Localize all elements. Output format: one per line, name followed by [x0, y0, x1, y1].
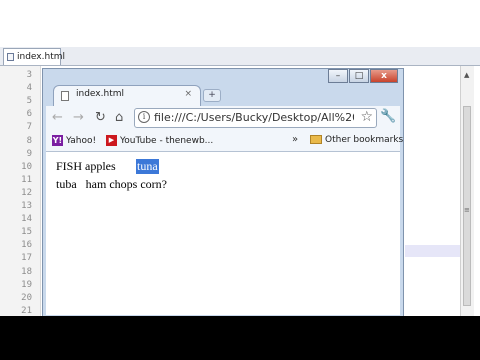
forward-icon[interactable]: →: [73, 110, 84, 125]
reload-icon[interactable]: ↻: [95, 110, 106, 125]
page-info-icon[interactable]: i: [138, 111, 150, 123]
line-number: 19: [21, 279, 32, 290]
bookmark-yahoo-label: Yahoo!: [66, 136, 97, 146]
other-bookmarks[interactable]: Other bookmarks: [310, 135, 403, 145]
yahoo-icon: Y!: [52, 135, 63, 146]
line-number: 14: [21, 214, 32, 225]
line-number: 16: [21, 240, 32, 251]
wrench-menu-icon[interactable]: 🔧: [380, 109, 396, 124]
line-number: 3: [26, 70, 32, 80]
current-line-highlight: [405, 245, 460, 257]
line-number-gutter: 3 4 5 6 7 8 9 10 11 12 13 14 15 16 17 18 19 20 21: [0, 66, 41, 316]
line-number: 7: [26, 122, 32, 133]
maximize-button[interactable]: □: [349, 69, 369, 83]
content-line-1: FISH apples: [56, 159, 116, 173]
line-number: 6: [26, 109, 32, 120]
line-number: 8: [26, 135, 32, 146]
bookmark-youtube-label: YouTube - thenewb...: [120, 136, 214, 146]
bookmark-star-icon[interactable]: ☆: [360, 109, 373, 125]
new-tab-button[interactable]: +: [203, 89, 221, 102]
line-number: 13: [21, 201, 32, 211]
browser-toolbar: ← → ↻ ⌂ i file:///C:/Users/Bucky/Desktop…: [46, 106, 400, 132]
scroll-grip-icon: ≡: [464, 206, 470, 214]
line-number: 18: [21, 266, 32, 277]
address-url[interactable]: file:///C:/Users/Bucky/Desktop/All%20XI: [154, 111, 354, 124]
editor-scrollbar[interactable]: ▲ ≡: [460, 66, 474, 316]
line-number: 12: [21, 187, 32, 198]
line-number: 4: [26, 83, 32, 94]
minimize-button[interactable]: –: [328, 69, 348, 83]
editor-tab-label: index.html: [17, 52, 65, 62]
content-line-2: tuba ham chops corn?: [56, 177, 167, 191]
file-icon: [7, 53, 14, 61]
page-content: FISH apples tuna tuba ham chops corn?: [46, 152, 400, 315]
line-number: 17: [21, 253, 32, 264]
window-controls: – □ x: [327, 69, 398, 84]
bookmark-youtube[interactable]: ▶ YouTube - thenewb...: [106, 135, 213, 146]
bookmarks-overflow-chevron[interactable]: »: [292, 134, 298, 145]
address-bar[interactable]: i file:///C:/Users/Bucky/Desktop/All%20X…: [134, 108, 377, 128]
bookmarks-bar: Y! Yahoo! ▶ YouTube - thenewb... » Other b…: [46, 132, 403, 152]
selected-text[interactable]: tuna: [136, 159, 159, 174]
bottom-black-bar: [0, 316, 480, 360]
scroll-up-icon[interactable]: ▲: [464, 71, 469, 79]
line-number: 10: [21, 161, 32, 172]
bookmark-yahoo[interactable]: Y! Yahoo!: [52, 135, 96, 146]
editor-tab-bar: [0, 47, 480, 66]
tab-title: index.html: [76, 89, 124, 99]
home-icon[interactable]: ⌂: [115, 110, 123, 125]
page-icon: [61, 91, 69, 101]
line-number: 21: [21, 305, 32, 316]
tab-close-icon[interactable]: ×: [184, 89, 192, 99]
youtube-icon: ▶: [106, 135, 117, 146]
browser-tab[interactable]: index.html ×: [53, 85, 201, 106]
line-number: 15: [21, 227, 32, 238]
line-number: 5: [26, 96, 32, 107]
line-number: 20: [21, 292, 32, 303]
close-window-button[interactable]: x: [370, 69, 398, 83]
browser-window: – □ x index.html × + ← → ↻ ⌂ i file:///C…: [42, 68, 404, 318]
editor-tab-index-html[interactable]: index.html: [3, 48, 65, 65]
other-bookmarks-label: Other bookmarks: [325, 135, 404, 145]
line-number: 9: [26, 148, 32, 159]
folder-icon: [310, 135, 322, 144]
line-number: 11: [21, 174, 32, 185]
back-icon[interactable]: ←: [52, 110, 63, 125]
